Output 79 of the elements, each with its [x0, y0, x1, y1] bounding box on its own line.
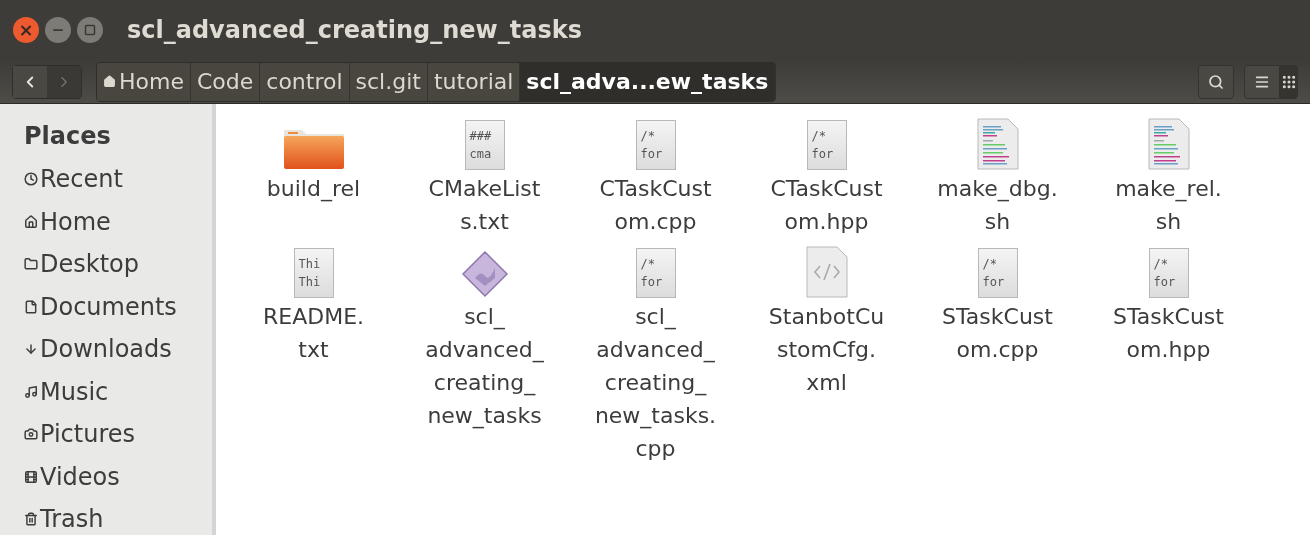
search-button[interactable]: [1198, 64, 1234, 99]
file-item[interactable]: make_dbg. sh: [912, 114, 1083, 238]
script-file-icon: [1147, 118, 1190, 170]
preview-text: for: [811, 146, 835, 163]
back-button[interactable]: [13, 65, 47, 98]
file-item[interactable]: /* for STaskCust om.cpp: [912, 242, 1083, 465]
preview-text: cma: [469, 146, 493, 163]
sidebar-item[interactable]: Pictures: [24, 413, 212, 456]
file-item[interactable]: Thi Thi README. txt: [228, 242, 399, 465]
search-icon: [1208, 73, 1224, 90]
minimize-button[interactable]: [45, 17, 71, 43]
path-button[interactable]: tutorial: [427, 62, 521, 101]
file-name: StanbotCu stomCfg. xml: [768, 303, 885, 397]
file-name: build_rel: [266, 175, 361, 204]
file-name: STaskCust om.hpp: [1113, 303, 1224, 364]
trash-icon: [24, 512, 38, 527]
preview-text: for: [640, 274, 664, 291]
preview-text: Thi: [298, 256, 322, 273]
path-button[interactable]: Code: [190, 62, 261, 101]
preview-text: Thi: [298, 274, 322, 291]
preview-text: ###: [469, 128, 493, 145]
sidebar-item[interactable]: Home: [24, 200, 212, 243]
document-icon: [24, 299, 38, 314]
preview-text: /*: [640, 128, 656, 145]
preview-text: /*: [1153, 256, 1169, 273]
preview-text: /*: [811, 128, 827, 145]
download-icon: [24, 342, 38, 357]
file-name: scl_ advanced_ creating_ new_tasks. cpp: [594, 303, 717, 463]
sidebar-heading: Places: [24, 121, 112, 152]
folder-icon: [24, 257, 38, 272]
file-name: README. txt: [262, 303, 365, 364]
file-item[interactable]: /* for CTaskCust om.cpp: [570, 114, 741, 238]
diamond-icon: [460, 250, 509, 298]
sidebar-item[interactable]: Documents: [24, 285, 212, 328]
clock-icon: [24, 172, 38, 187]
file-name: CTaskCust om.hpp: [770, 175, 883, 236]
file-item[interactable]: make_rel. sh: [1083, 114, 1254, 238]
list-view-button[interactable]: [1244, 64, 1280, 99]
window-title: scl_advanced_creating_new_tasks: [127, 15, 582, 46]
file-item[interactable]: /* for scl_ advanced_ creating_ new_tasks. cpp: [570, 242, 741, 465]
sidebar-item[interactable]: Downloads: [24, 328, 212, 371]
file-item[interactable]: /* for CTaskCust om.hpp: [741, 114, 912, 238]
maximize-icon: [84, 24, 96, 36]
sidebar-item[interactable]: Videos: [24, 455, 212, 498]
file-name: CTaskCust om.cpp: [599, 175, 712, 236]
music-icon: [24, 384, 38, 399]
sidebar-item[interactable]: Recent: [24, 158, 212, 201]
file-item[interactable]: StanbotCu stomCfg. xml: [741, 242, 912, 465]
camera-icon: [24, 427, 38, 442]
file-item[interactable]: build_rel: [228, 114, 399, 238]
preview-text: for: [1153, 274, 1177, 291]
close-button[interactable]: ×: [13, 17, 39, 43]
path-button[interactable]: scl_adva...ew_tasks: [520, 62, 776, 101]
film-icon: [24, 469, 38, 484]
file-name: STaskCust om.cpp: [942, 303, 1053, 364]
grid-view-button[interactable]: [1280, 64, 1298, 99]
sidebar-item[interactable]: Music: [24, 370, 212, 413]
preview-text: /*: [982, 256, 998, 273]
path-button[interactable]: Home: [97, 62, 191, 101]
grid-icon: [1281, 73, 1297, 90]
file-item[interactable]: scl_ advanced_ creating_ new_tasks: [399, 242, 570, 465]
home-icon: [24, 214, 38, 229]
sidebar-item[interactable]: Trash: [24, 498, 212, 535]
path-button[interactable]: scl.git: [349, 62, 428, 101]
preview-text: for: [982, 274, 1006, 291]
preview-text: for: [640, 146, 664, 163]
file-name: CMakeList s.txt: [428, 175, 541, 236]
preview-text: /*: [640, 256, 656, 273]
file-name: make_dbg. sh: [937, 175, 1058, 236]
xml-file-icon: [805, 246, 848, 298]
path-button[interactable]: control: [260, 62, 350, 101]
maximize-button[interactable]: [77, 17, 103, 43]
sidebar-item[interactable]: Desktop: [24, 243, 212, 286]
script-file-icon: [976, 118, 1019, 170]
file-item[interactable]: /* for STaskCust om.hpp: [1083, 242, 1254, 465]
menu-icon: [1254, 73, 1270, 90]
file-item[interactable]: ### cma CMakeList s.txt: [399, 114, 570, 238]
file-name: make_rel. sh: [1115, 175, 1222, 236]
file-name: scl_ advanced_ creating_ new_tasks: [425, 303, 544, 431]
